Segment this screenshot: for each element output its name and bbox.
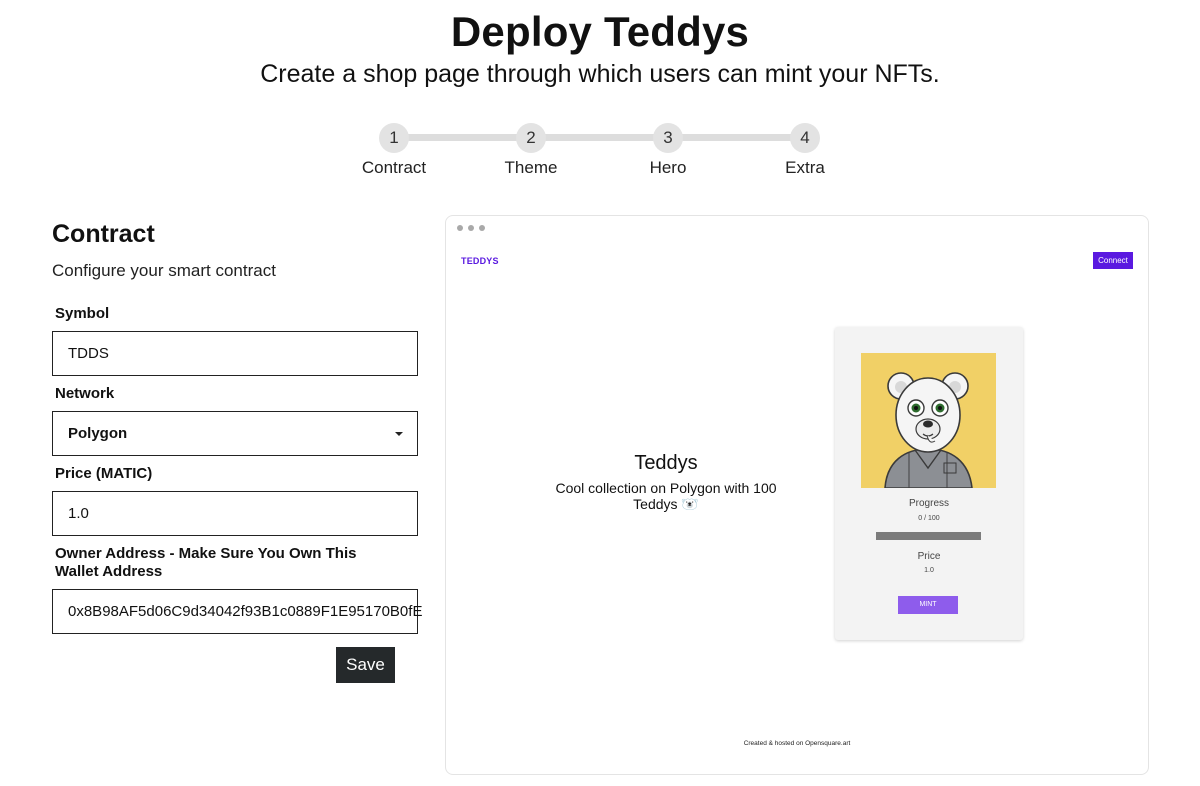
step-number: 1 xyxy=(379,123,409,153)
shop-preview: TEDDYS Connect Teddys Cool collection on… xyxy=(445,215,1149,775)
step-label: Hero xyxy=(649,158,687,177)
preview-brand: TEDDYS xyxy=(461,256,499,266)
chevron-down-icon xyxy=(395,431,403,436)
step-label: Contract xyxy=(361,158,427,177)
progress-bar-fill xyxy=(876,532,981,540)
symbol-label: Symbol xyxy=(55,305,110,322)
owner-address-input[interactable]: 0x8B98AF5d06C9d34042f93B1c0889F1E95170B0… xyxy=(52,589,422,634)
save-button[interactable]: Save xyxy=(336,647,395,683)
price-value: 1.0 xyxy=(924,567,934,574)
hero-title: Teddys xyxy=(634,452,698,474)
progress-value: 0 / 100 xyxy=(918,515,940,522)
window-dots xyxy=(457,225,485,231)
section-description: Configure your smart contract xyxy=(52,261,276,280)
step-number: 3 xyxy=(653,123,683,153)
price-input[interactable]: 1.0 xyxy=(52,491,418,536)
price-label: Price xyxy=(917,551,941,562)
stepper: 1 Contract 2 Theme 3 Hero 4 Extra xyxy=(362,123,825,183)
hero-block: Teddys Cool collection on Polygon with 1… xyxy=(546,452,786,512)
step-label: Extra xyxy=(785,158,825,177)
page-subtitle: Create a shop page through which users c… xyxy=(260,60,940,88)
step-extra[interactable]: 4 Extra xyxy=(745,123,865,178)
price-label: Price (MATIC) xyxy=(55,465,153,482)
hero-description: Cool collection on Polygon with 100 Tedd… xyxy=(555,480,777,512)
mint-card: Progress 0 / 100 Price 1.0 MINT xyxy=(835,327,1023,640)
step-number: 4 xyxy=(790,123,820,153)
progress-bar xyxy=(876,532,981,540)
contract-form: Contract Configure your smart contract S… xyxy=(52,220,422,634)
window-dot xyxy=(479,225,485,231)
owner-address-label: Owner Address - Make Sure You Own This W… xyxy=(55,545,357,580)
preview-footer: Created & hosted on Opensquare.art xyxy=(743,740,851,747)
step-number: 2 xyxy=(516,123,546,153)
step-hero[interactable]: 3 Hero xyxy=(608,123,728,178)
network-selected-value: Polygon xyxy=(68,425,128,442)
step-label: Theme xyxy=(504,158,558,177)
progress-label: Progress xyxy=(908,498,949,509)
symbol-input[interactable]: TDDS xyxy=(52,331,418,376)
network-label: Network xyxy=(55,385,115,402)
section-title: Contract xyxy=(52,220,155,248)
page-title: Deploy Teddys xyxy=(450,8,750,55)
teddy-bear-icon xyxy=(861,353,996,488)
connect-button[interactable]: Connect xyxy=(1093,252,1133,269)
step-contract[interactable]: 1 Contract xyxy=(334,123,454,178)
nft-image xyxy=(861,353,996,488)
window-dot xyxy=(457,225,463,231)
mint-button[interactable]: MINT xyxy=(898,596,958,614)
step-theme[interactable]: 2 Theme xyxy=(471,123,591,178)
network-select[interactable]: Polygon xyxy=(52,411,418,456)
window-dot xyxy=(468,225,474,231)
